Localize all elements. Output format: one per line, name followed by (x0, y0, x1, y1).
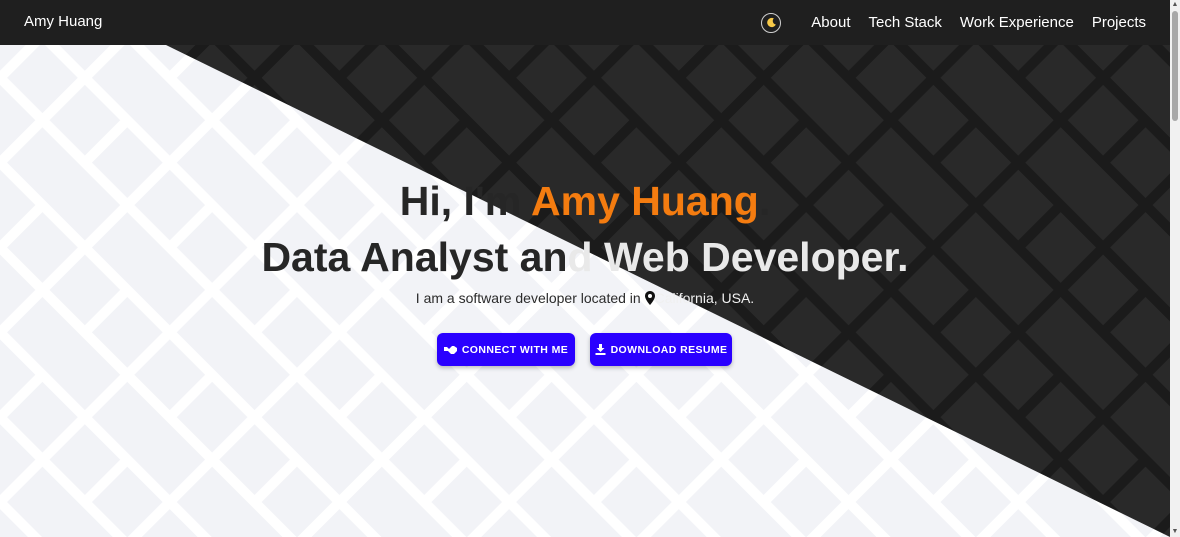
role-text-dark: Data Analyst an (261, 234, 568, 280)
connect-button-label: CONNECT WITH ME (461, 343, 569, 356)
connect-with-me-button[interactable]: CONNECT WITH ME (437, 333, 575, 366)
hero-section: Hi, I'm Amy Huang. Data Analyst and Web … (0, 0, 1170, 537)
hero-greeting: Hi, I'm Amy Huang. (0, 178, 1170, 225)
page: Amy Huang About Tech Stack Work Experien… (0, 0, 1180, 537)
theme-toggle-button[interactable] (761, 12, 782, 33)
nav-link-tech-stack[interactable]: Tech Stack (869, 14, 942, 31)
nav-link-work-experience[interactable]: Work Experience (960, 14, 1074, 31)
download-resume-button[interactable]: DOWNLOAD RESUME (590, 333, 732, 366)
role-text-light: d Web Developer. (567, 234, 909, 280)
download-icon (595, 344, 606, 355)
scroll-down-arrow-icon[interactable]: ▼ (1171, 528, 1179, 536)
location-text: California, USA. (654, 290, 755, 306)
brand-link[interactable]: Amy Huang (24, 13, 102, 30)
greeting-suffix: . (758, 178, 771, 224)
subtitle-prefix: I am a software developer located in (415, 290, 645, 306)
hero-name: Amy Huang (531, 178, 759, 224)
resume-button-label: DOWNLOAD RESUME (610, 343, 728, 356)
hero-role: Data Analyst and Web Developer. (0, 234, 1170, 281)
nav-link-about[interactable]: About (811, 14, 850, 31)
navbar: Amy Huang About Tech Stack Work Experien… (0, 0, 1170, 45)
handshake-icon (443, 345, 457, 354)
page-scrollbar[interactable]: ▲ ▼ (1170, 0, 1180, 537)
greeting-prefix: Hi, I'm (399, 178, 532, 224)
scroll-up-arrow-icon[interactable]: ▲ (1171, 1, 1179, 9)
nav-link-projects[interactable]: Projects (1092, 14, 1146, 31)
nav-links: About Tech Stack Work Experience Project… (761, 0, 1146, 45)
hero-subtitle: I am a software developer located in Cal… (0, 290, 1170, 306)
moon-icon (766, 17, 776, 28)
scroll-thumb[interactable] (1172, 11, 1178, 121)
location-pin-icon (644, 291, 655, 305)
